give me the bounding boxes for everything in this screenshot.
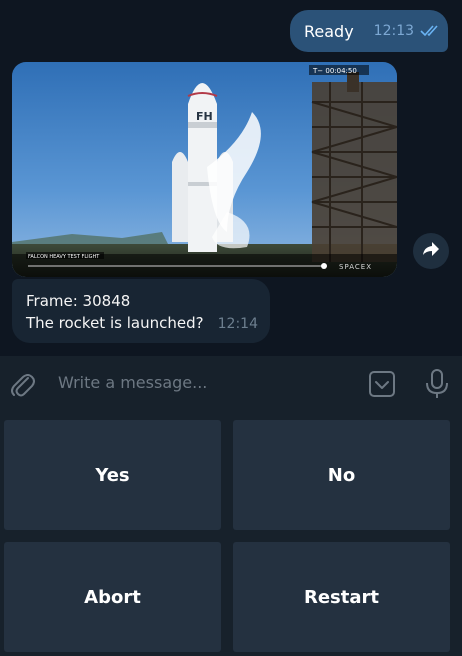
video-timer: T− 00:04:50 — [312, 67, 357, 75]
bot-keyboard-toggle-icon[interactable] — [368, 370, 396, 398]
yes-button[interactable]: Yes — [4, 420, 221, 530]
message-input[interactable]: Write a message... — [58, 373, 207, 392]
microphone-icon[interactable] — [424, 368, 450, 400]
message-composer: Write a message... — [0, 356, 462, 412]
rocket-logo: FH — [196, 110, 213, 123]
double-check-icon — [420, 24, 442, 38]
bot-reply-keyboard: Yes No Abort Restart — [0, 412, 462, 656]
spacex-watermark: SPACEX — [339, 263, 372, 271]
video-frame-image[interactable]: FH T− 00:04:50 FALCON HEAVY TEST FLIGHT … — [12, 62, 397, 277]
chat-area: Ready 12:13 FH T− 00:04:50 FALCON HEAVY … — [0, 0, 462, 356]
launch-tower-graphic — [311, 72, 397, 262]
video-caption: FALCON HEAVY TEST FLIGHT — [28, 254, 100, 260]
no-button[interactable]: No — [233, 420, 450, 530]
abort-button[interactable]: Abort — [4, 542, 221, 652]
incoming-message-frame: Frame: 30848 — [26, 292, 131, 310]
restart-button[interactable]: Restart — [233, 542, 450, 652]
incoming-message-time: 12:14 — [217, 316, 258, 332]
outgoing-message-text: Ready — [304, 21, 354, 41]
forward-button[interactable] — [413, 233, 449, 269]
incoming-message[interactable]: Frame: 30848 The rocket is launched? 12:… — [12, 279, 270, 343]
outgoing-message-time: 12:13 — [373, 23, 415, 39]
outgoing-message[interactable]: Ready 12:13 — [290, 10, 448, 52]
forward-arrow-icon — [422, 241, 440, 261]
paperclip-icon[interactable] — [9, 370, 35, 398]
